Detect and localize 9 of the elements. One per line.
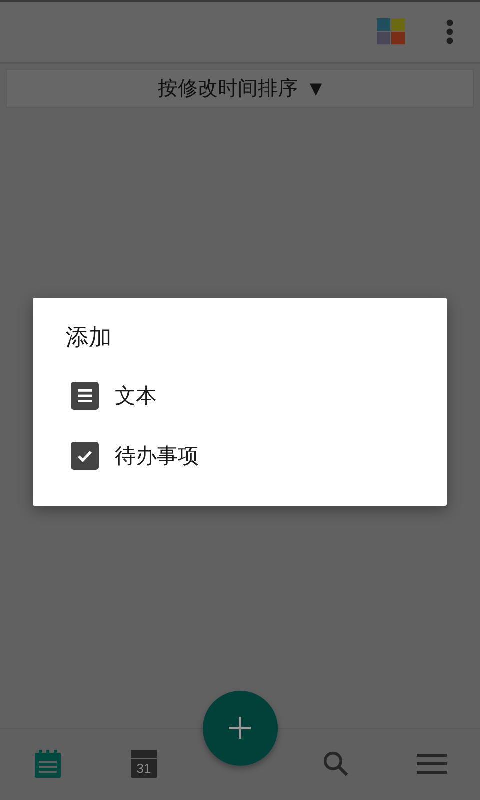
color-grid-icon[interactable] — [377, 18, 406, 46]
dialog-title: 添加 — [66, 324, 112, 353]
more-options-icon[interactable] — [446, 19, 454, 45]
search-icon — [323, 750, 349, 778]
text-lines-icon — [71, 382, 99, 410]
checkbox-icon — [71, 442, 99, 470]
menu-icon — [417, 753, 447, 775]
plus-icon — [229, 717, 251, 739]
notepad-icon — [35, 750, 61, 778]
